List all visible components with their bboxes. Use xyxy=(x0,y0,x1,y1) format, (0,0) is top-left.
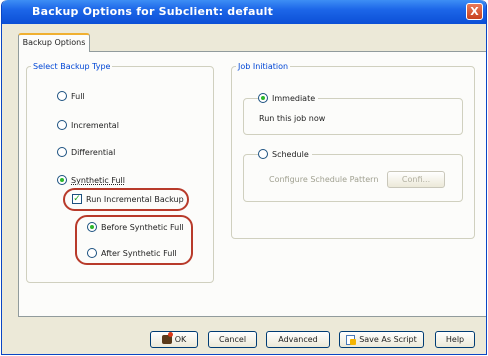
close-button[interactable]: X xyxy=(466,3,483,20)
title-bar[interactable]: Backup Options for Subclient: default X xyxy=(2,0,486,24)
help-button[interactable]: Help xyxy=(435,331,475,348)
radio-immediate[interactable]: Immediate xyxy=(258,93,319,103)
immediate-description: Run this job now xyxy=(259,114,326,123)
radio-icon xyxy=(57,91,67,101)
checkbox-run-incremental[interactable]: ✓ Run Incremental Backup xyxy=(72,194,184,204)
radio-icon xyxy=(87,248,97,258)
ok-label: OK xyxy=(174,335,187,344)
radio-differential[interactable]: Differential xyxy=(57,147,115,157)
radio-icon xyxy=(57,120,67,130)
radio-incremental-label: Incremental xyxy=(71,120,119,130)
tab-backup-options[interactable]: Backup Options xyxy=(18,33,90,52)
advanced-button[interactable]: Advanced xyxy=(266,331,330,348)
job-initiation-legend: Job Initiation xyxy=(238,62,289,71)
checkbox-checked-icon: ✓ xyxy=(72,194,82,204)
checkbox-run-incremental-label: Run Incremental Backup xyxy=(86,194,184,204)
window-title: Backup Options for Subclient: default xyxy=(32,5,274,18)
save-as-script-label: Save As Script xyxy=(359,335,417,344)
configure-schedule-label: Configure Schedule Pattern xyxy=(269,175,379,184)
backup-type-legend: Select Backup Type xyxy=(33,62,111,71)
radio-selected-icon xyxy=(87,222,97,232)
radio-synthetic-full[interactable]: Synthetic Full xyxy=(57,175,125,185)
save-as-script-button[interactable]: Save As Script xyxy=(339,331,424,348)
dialog-window: Backup Options for Subclient: default X … xyxy=(1,0,487,355)
radio-schedule-label: Schedule xyxy=(272,149,309,159)
radio-incremental[interactable]: Incremental xyxy=(57,120,119,130)
radio-after-synthetic-full[interactable]: After Synthetic Full xyxy=(87,248,177,258)
radio-before-synthetic-full[interactable]: Before Synthetic Full xyxy=(87,222,184,232)
ok-button[interactable]: OK xyxy=(150,331,198,348)
radio-icon xyxy=(57,147,67,157)
tab-panel: Select Backup Type Full Incremental Diff… xyxy=(18,51,486,317)
ok-icon xyxy=(161,332,173,344)
configure-schedule-button[interactable]: Confi... xyxy=(387,171,445,188)
radio-after-synthetic-full-label: After Synthetic Full xyxy=(101,248,177,258)
radio-before-synthetic-full-label: Before Synthetic Full xyxy=(101,222,184,232)
radio-synthetic-full-label: Synthetic Full xyxy=(71,175,125,185)
radio-full-label: Full xyxy=(71,91,85,101)
radio-selected-icon xyxy=(258,93,268,103)
close-icon: X xyxy=(470,5,479,18)
radio-selected-icon xyxy=(57,175,67,185)
radio-schedule[interactable]: Schedule xyxy=(258,149,312,159)
radio-immediate-label: Immediate xyxy=(272,93,316,103)
cancel-button[interactable]: Cancel xyxy=(208,331,257,348)
script-icon xyxy=(346,334,357,345)
radio-differential-label: Differential xyxy=(71,147,116,157)
radio-full[interactable]: Full xyxy=(57,91,85,101)
radio-icon xyxy=(258,149,268,159)
